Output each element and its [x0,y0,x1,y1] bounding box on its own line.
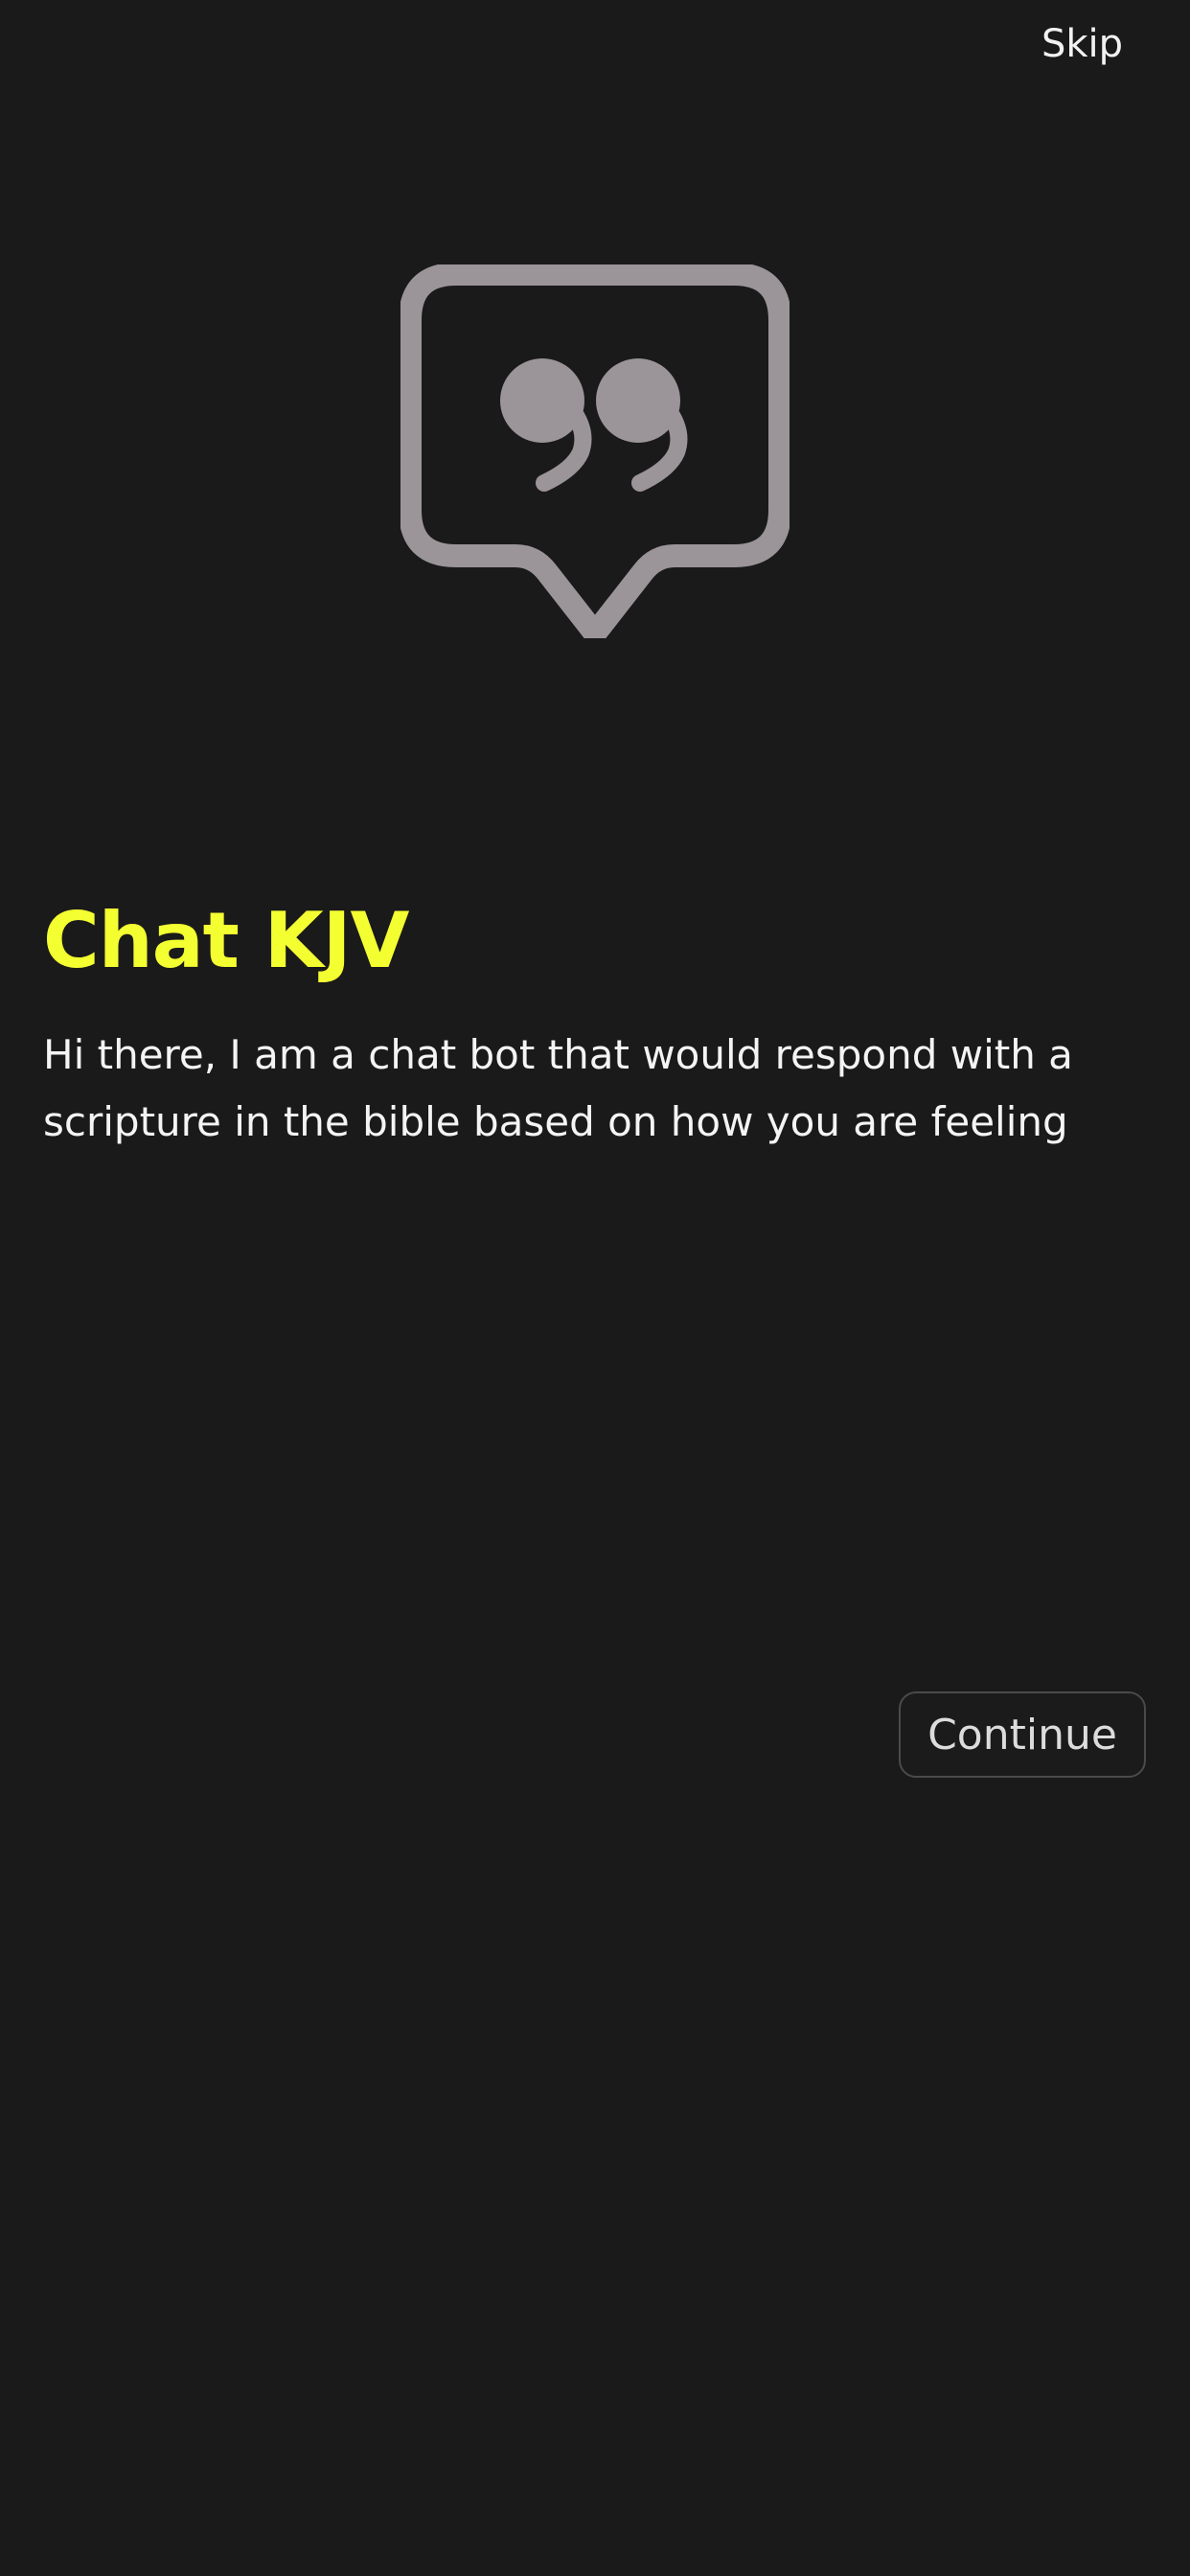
intro-description: Hi there, I am a chat bot that would res… [43,1031,1073,1145]
page-title: Chat KJV [43,896,409,985]
continue-button[interactable]: Continue [899,1691,1146,1778]
skip-button[interactable]: Skip [1041,17,1123,71]
quote-chat-bubble-icon [400,264,790,638]
onboarding-screen: Skip Chat KJV Hi there, I am a chat bot … [0,0,1190,2576]
